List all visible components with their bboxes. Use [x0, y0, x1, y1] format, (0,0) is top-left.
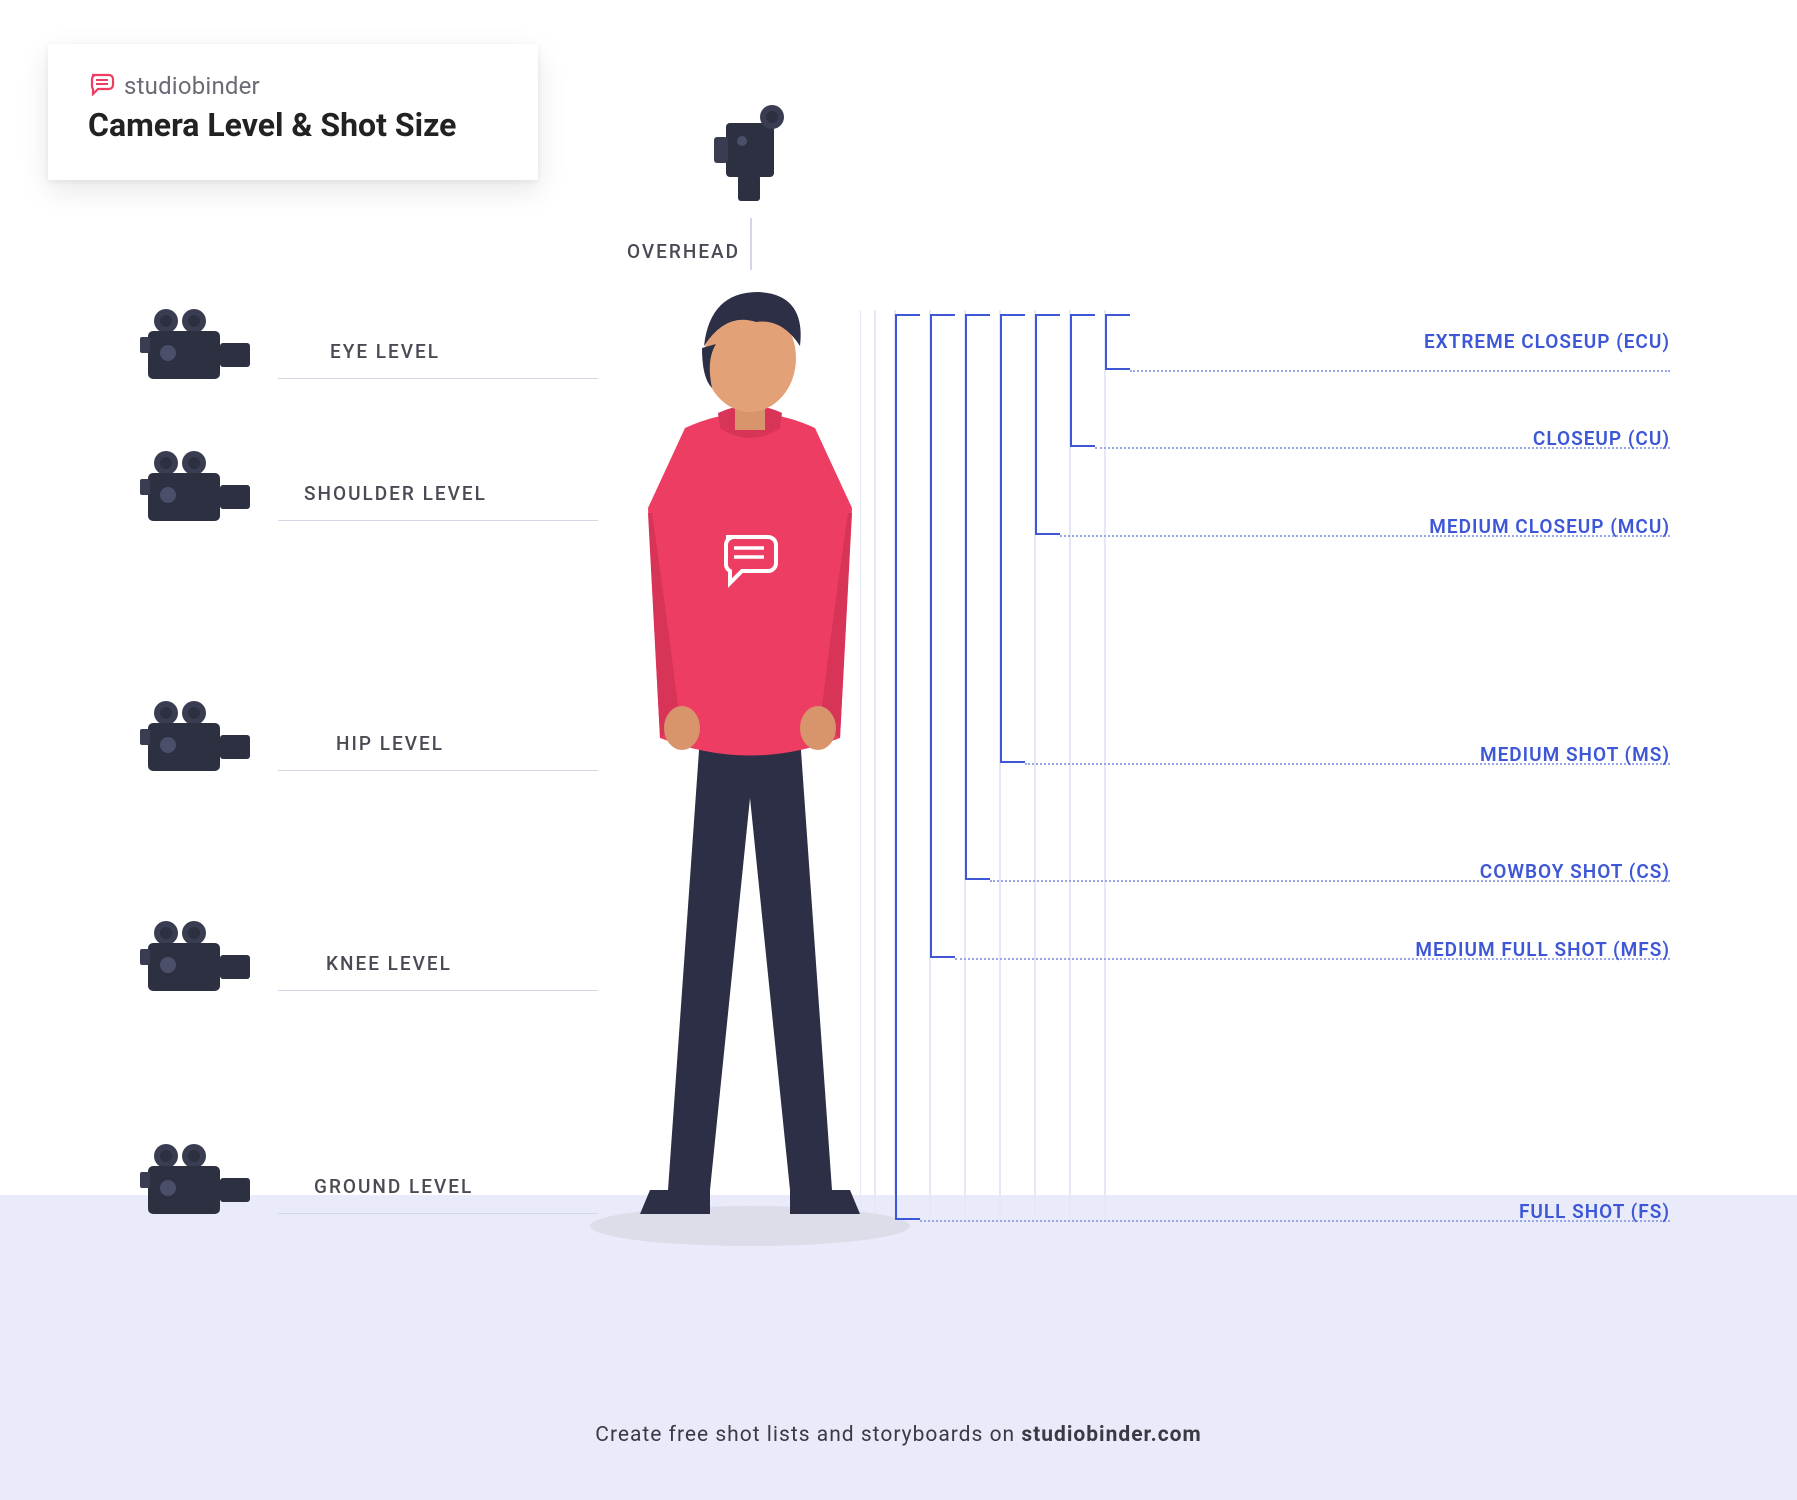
camera-ground-level-icon	[140, 1142, 260, 1227]
bracket-fs-top	[895, 314, 920, 316]
label-overhead: OVERHEAD	[627, 240, 740, 263]
bracket-mfs-bot	[930, 956, 955, 958]
bracket-cu-bot	[1070, 445, 1095, 447]
line-ground-level	[278, 1213, 598, 1214]
line-shoulder-level	[278, 520, 598, 521]
bracket-ms	[1000, 314, 1002, 763]
brand-name-prefix: studio	[124, 72, 192, 100]
footer-tagline: Create free shot lists and storyboards o…	[0, 1423, 1797, 1447]
camera-shoulder-level-icon	[140, 449, 260, 534]
bracket-mfs	[930, 314, 932, 958]
label-mcu: MEDIUM CLOSEUP (MCU)	[1270, 515, 1670, 538]
bracket-cs-bot	[965, 878, 990, 880]
brand-row: studiobinder	[88, 72, 498, 100]
label-hip-level: HIP LEVEL	[336, 732, 444, 755]
label-ms: MEDIUM SHOT (MS)	[1270, 743, 1670, 766]
diagram-title: Camera Level & Shot Size	[88, 106, 498, 144]
footer-site: studiobinder.com	[1021, 1423, 1201, 1447]
brand-name: studiobinder	[124, 72, 260, 100]
bracket-ecu-bot	[1105, 368, 1130, 370]
brand-logo-icon	[88, 72, 116, 100]
bracket-ms-top	[1000, 314, 1025, 316]
line-eye-level	[278, 378, 598, 379]
bracket-cs	[965, 314, 967, 880]
bracket-ecu-top	[1105, 314, 1130, 316]
label-mfs: MEDIUM FULL SHOT (MFS)	[1270, 938, 1670, 961]
label-eye-level: EYE LEVEL	[330, 340, 440, 363]
bracket-cs-top	[965, 314, 990, 316]
dotted-ecu	[1130, 370, 1670, 372]
bracket-fs	[895, 314, 897, 1220]
diagram-canvas: studiobinder Camera Level & Shot Size OV…	[0, 0, 1797, 1500]
label-cs: COWBOY SHOT (CS)	[1270, 860, 1670, 883]
brand-name-suffix: binder	[192, 72, 260, 100]
line-hip-level	[278, 770, 598, 771]
camera-hip-level-icon	[140, 699, 260, 784]
bracket-fs-bot	[895, 1218, 920, 1220]
bracket-ms-bot	[1000, 761, 1025, 763]
label-ecu: EXTREME CLOSEUP (ECU)	[1270, 330, 1670, 353]
footer-text: Create free shot lists and storyboards o…	[595, 1423, 1021, 1447]
bracket-mcu	[1035, 314, 1037, 535]
bracket-mfs-top	[930, 314, 955, 316]
label-ground-level: GROUND LEVEL	[314, 1175, 473, 1198]
bracket-cu	[1070, 314, 1072, 447]
line-knee-level	[278, 990, 598, 991]
label-knee-level: KNEE LEVEL	[326, 952, 452, 975]
label-shoulder-level: SHOULDER LEVEL	[304, 482, 487, 505]
bracket-ecu	[1105, 314, 1107, 370]
camera-eye-level-icon	[140, 307, 260, 392]
bracket-mcu-top	[1035, 314, 1060, 316]
bracket-cu-top	[1070, 314, 1095, 316]
label-fs: FULL SHOT (FS)	[1270, 1200, 1670, 1223]
camera-overhead-icon	[698, 95, 798, 210]
person-figure	[560, 278, 940, 1242]
bracket-mcu-bot	[1035, 533, 1060, 535]
overhead-leader-line	[750, 218, 752, 270]
title-card: studiobinder Camera Level & Shot Size	[48, 44, 538, 180]
camera-knee-level-icon	[140, 919, 260, 1004]
label-cu: CLOSEUP (CU)	[1270, 427, 1670, 450]
